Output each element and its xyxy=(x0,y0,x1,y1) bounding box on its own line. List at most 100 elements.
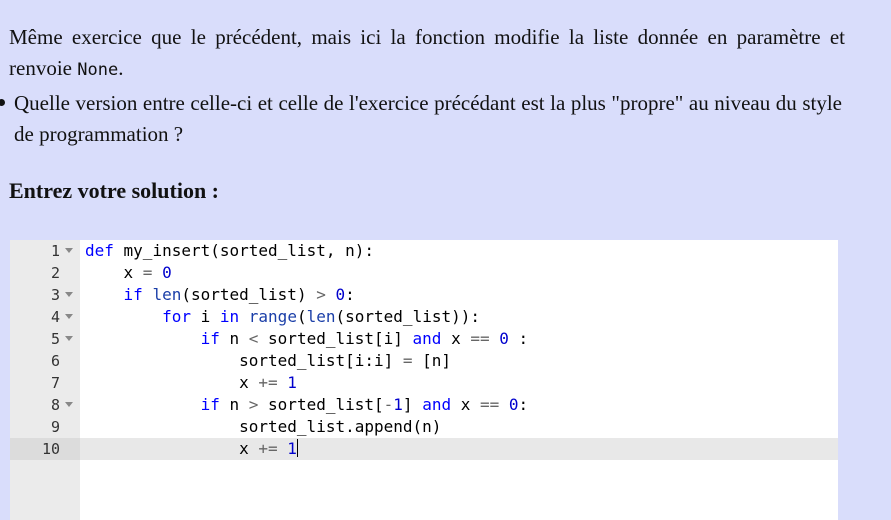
code-token: my_insert(sorted_list, n): xyxy=(113,241,374,260)
line-number-label: 2 xyxy=(50,264,60,282)
code-token: for xyxy=(162,307,191,326)
code-token: (sorted_list)): xyxy=(335,307,481,326)
code-token: : xyxy=(345,285,355,304)
code-line[interactable]: sorted_list[i:i] = [n] xyxy=(80,350,838,372)
code-token: 0 xyxy=(162,263,172,282)
line-number: 2 xyxy=(10,262,80,284)
code-area[interactable]: def my_insert(sorted_list, n): x = 0 if … xyxy=(80,240,838,520)
line-number: 10 xyxy=(10,438,80,460)
code-token: > xyxy=(248,395,259,414)
line-number-label: 6 xyxy=(50,352,60,370)
line-number-gutter: 1 2 3 4 5 6 7 8 9 10 xyxy=(10,240,80,520)
code-line[interactable]: if n < sorted_list[i] and x == 0 : xyxy=(80,328,838,350)
line-number: 8 xyxy=(10,394,80,416)
exercise-description: Même exercice que le précédent, mais ici… xyxy=(9,22,845,86)
code-line[interactable]: x = 0 xyxy=(80,262,838,284)
code-token: 0 xyxy=(508,395,519,414)
code-line[interactable]: if n > sorted_list[-1] and x == 0: xyxy=(80,394,838,416)
code-token: 1 xyxy=(287,439,297,458)
code-line[interactable]: for i in range(len(sorted_list)): xyxy=(80,306,838,328)
line-number-label: 8 xyxy=(50,396,60,414)
code-token: = xyxy=(142,263,153,282)
line-number-label: 4 xyxy=(50,308,60,326)
code-token: sorted_list[i:i] xyxy=(85,351,403,370)
line-number: 4 xyxy=(10,306,80,328)
line-number-label: 3 xyxy=(50,286,60,304)
inline-code-none: None xyxy=(77,60,119,80)
code-token: > xyxy=(316,285,326,304)
question-text: Quelle version entre celle-ci et celle d… xyxy=(14,91,842,146)
line-number-label: 9 xyxy=(50,418,60,436)
code-token: ] xyxy=(402,395,423,414)
line-number: 7 xyxy=(10,372,80,394)
code-token: range xyxy=(248,307,297,326)
code-token: (sorted_list) xyxy=(181,285,317,304)
code-token: : xyxy=(508,329,529,348)
line-number-label: 7 xyxy=(50,374,60,392)
fold-arrow-icon[interactable] xyxy=(65,314,73,319)
code-token: < xyxy=(248,329,259,348)
code-token: ( xyxy=(296,307,307,326)
code-line[interactable]: x += 1 xyxy=(80,438,838,460)
code-token: == xyxy=(480,395,500,414)
code-token: n xyxy=(219,329,249,348)
code-token: n xyxy=(219,395,249,414)
code-line[interactable]: x += 1 xyxy=(80,372,838,394)
code-token: x xyxy=(85,263,143,282)
bullet-dot xyxy=(0,99,5,106)
fold-arrow-icon[interactable] xyxy=(65,248,73,253)
solution-heading: Entrez votre solution : xyxy=(9,178,219,203)
code-token: : xyxy=(518,395,529,414)
line-number-label: 1 xyxy=(50,242,60,260)
code-token: 1 xyxy=(287,373,297,392)
code-token: x xyxy=(85,373,259,392)
line-number: 3 xyxy=(10,284,80,306)
fold-arrow-icon[interactable] xyxy=(65,292,73,297)
line-number: 6 xyxy=(10,350,80,372)
description-end: . xyxy=(118,56,124,80)
line-number: 1 xyxy=(10,240,80,262)
code-editor[interactable]: 1 2 3 4 5 6 7 8 9 10 def my_insert(sorted_list, n… xyxy=(10,240,838,520)
code-line[interactable]: def my_insert(sorted_list, n): xyxy=(80,240,838,262)
code-token: += xyxy=(258,373,278,392)
code-token: and xyxy=(412,329,442,348)
code-token: if xyxy=(200,329,220,348)
code-token: x xyxy=(441,329,471,348)
code-token: [n] xyxy=(412,351,452,370)
code-token: sorted_list[i] xyxy=(258,329,413,348)
code-token: if xyxy=(123,285,143,304)
code-token: def xyxy=(85,241,114,260)
line-number: 5 xyxy=(10,328,80,350)
code-token: and xyxy=(422,395,452,414)
code-token: = xyxy=(402,351,413,370)
code-token: in xyxy=(219,307,240,326)
line-number-label: 10 xyxy=(41,440,60,458)
code-token: x xyxy=(451,395,480,414)
code-token: len xyxy=(306,307,336,326)
code-token: if xyxy=(200,395,220,414)
fold-arrow-icon[interactable] xyxy=(65,336,73,341)
code-line[interactable]: if len(sorted_list) > 0: xyxy=(80,284,838,306)
code-token: 0 xyxy=(499,329,509,348)
code-token: x xyxy=(85,439,259,458)
fold-arrow-icon[interactable] xyxy=(65,402,73,407)
code-token: len xyxy=(152,285,182,304)
code-token: sorted_list.append(n) xyxy=(85,417,442,436)
code-line[interactable]: sorted_list.append(n) xyxy=(80,416,838,438)
code-token: sorted_list[ xyxy=(258,395,384,414)
code-token: 0 xyxy=(335,285,346,304)
description-text: Même exercice que le précédent, mais ici… xyxy=(9,25,845,80)
code-token: i xyxy=(190,307,220,326)
line-number-label: 5 xyxy=(50,330,60,348)
code-token: 1 xyxy=(393,395,403,414)
line-number: 9 xyxy=(10,416,80,438)
